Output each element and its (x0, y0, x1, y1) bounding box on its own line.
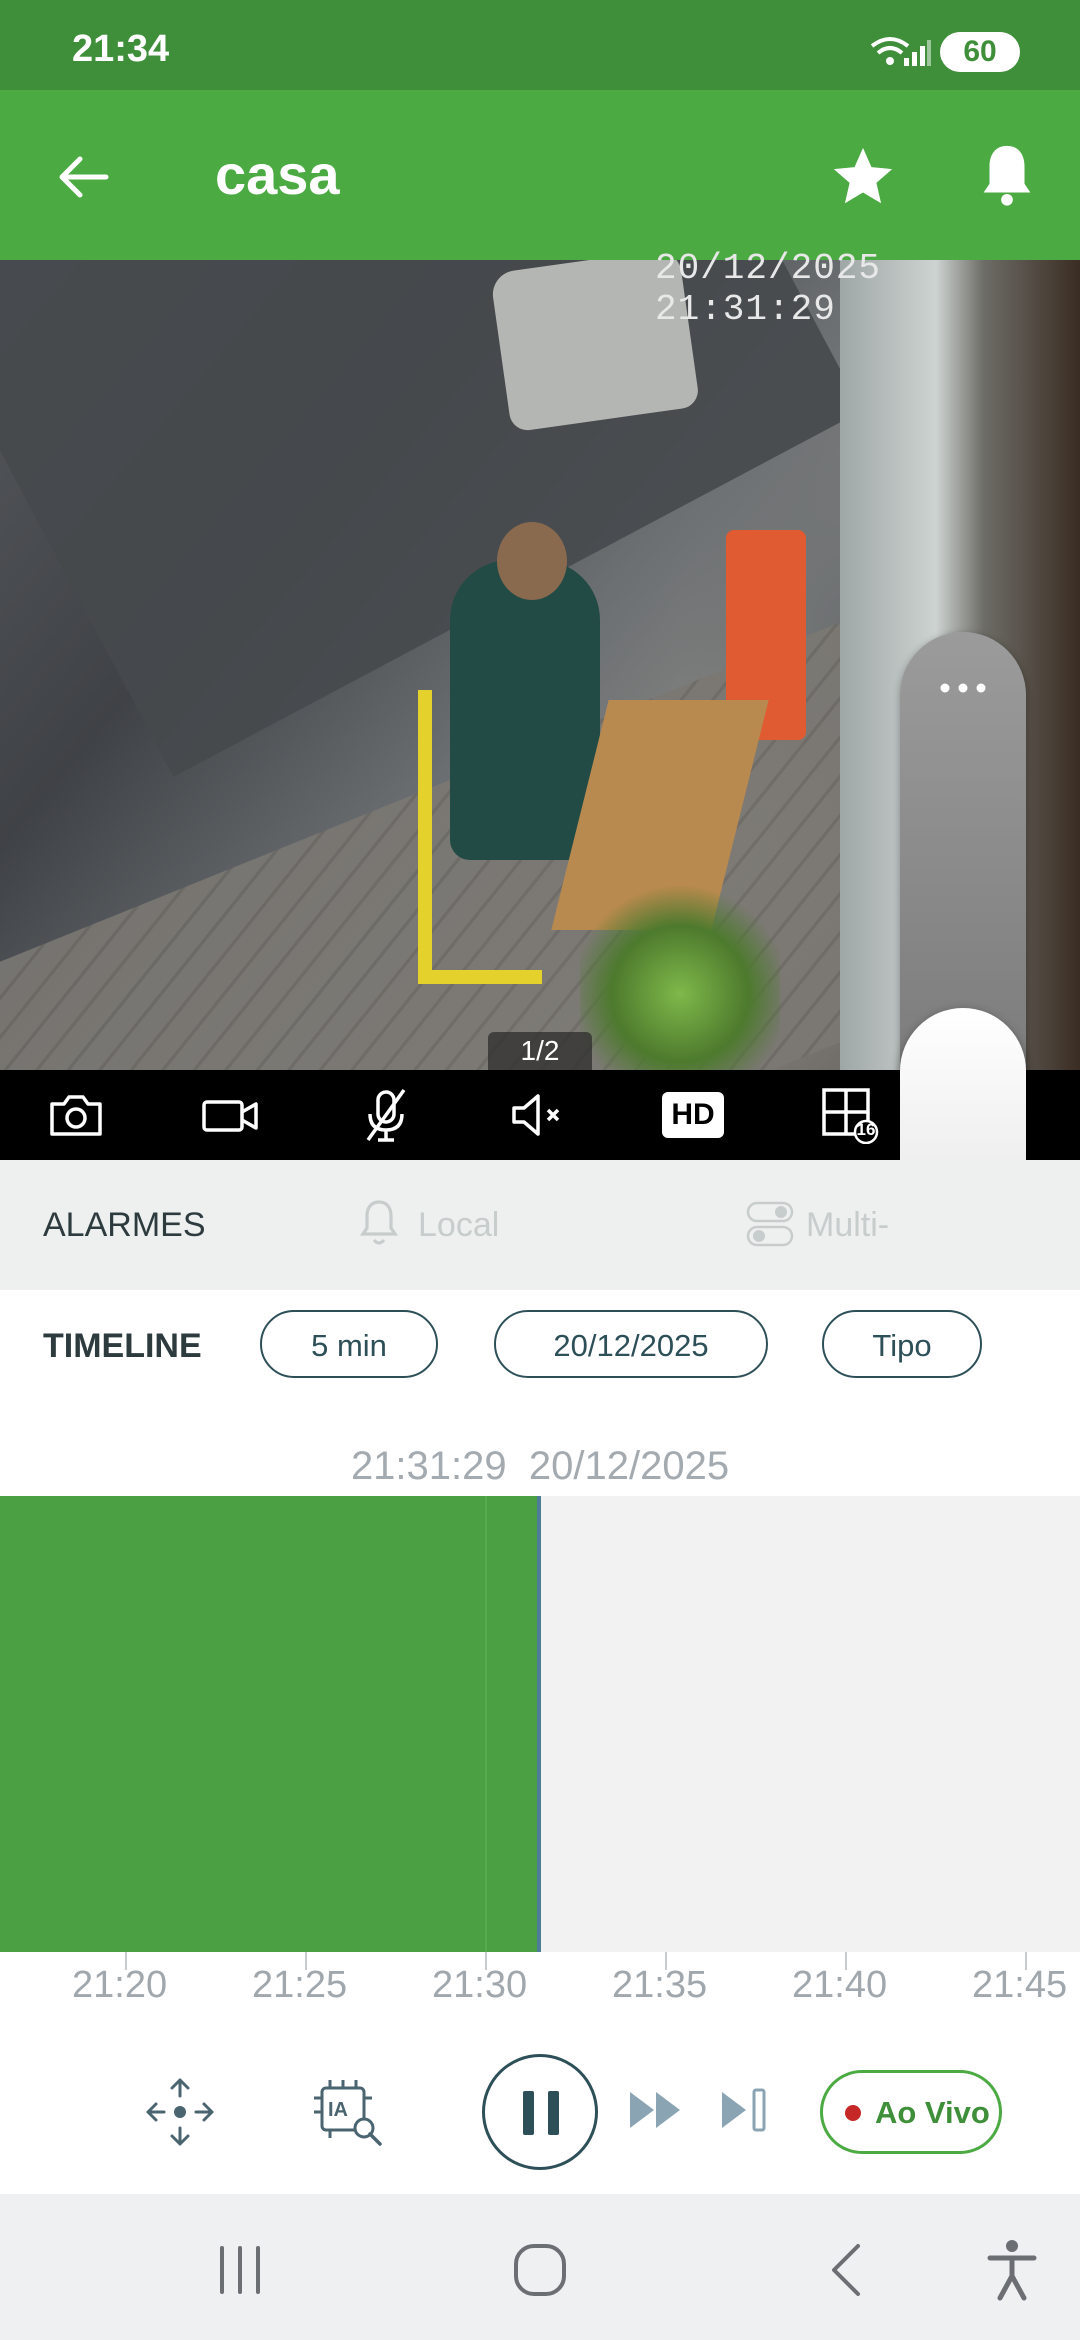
video-person-head (497, 522, 567, 600)
speaker-muted-icon[interactable] (508, 1086, 568, 1144)
notification-bell-icon[interactable] (972, 140, 1042, 210)
bell-outline-icon (360, 1200, 398, 1245)
current-playback-time: 21:31:29 20/12/2025 (350, 1444, 730, 1488)
svg-text:IA: IA (328, 2099, 348, 2121)
video-person (450, 560, 600, 860)
timeline-tick-label: 21:45 (972, 1964, 1068, 2006)
system-nav-bar (0, 2194, 1080, 2340)
timeline-tick-label: 21:40 (792, 1964, 888, 2006)
interval-filter-button[interactable]: 5 min (260, 1310, 438, 1378)
skip-to-end-icon[interactable] (718, 2086, 770, 2134)
pause-icon (523, 2091, 559, 2135)
accessibility-icon[interactable] (984, 2238, 1040, 2302)
more-dots-icon[interactable] (937, 676, 989, 700)
toggle-switches-icon (746, 1201, 794, 1247)
back-nav-icon[interactable] (820, 2242, 876, 2298)
microphone-off-icon[interactable] (356, 1086, 416, 1144)
back-arrow-icon[interactable] (52, 145, 116, 209)
local-alarm-toggle[interactable]: Local (418, 1206, 499, 1245)
pause-button[interactable] (482, 2054, 598, 2170)
multi-alarm-toggle[interactable]: Multi- (806, 1206, 889, 1245)
battery-indicator: 60 (940, 32, 1020, 72)
status-bar: 21:34 60 (0, 0, 1080, 90)
alarms-label: ALARMES (43, 1206, 206, 1244)
snapshot-camera-icon[interactable] (46, 1086, 106, 1144)
timeline-tick-label: 21:30 (432, 1964, 528, 2006)
recent-apps-icon[interactable] (212, 2242, 268, 2298)
camera-timestamp-overlay: 20/12/2025 21:31:29 (655, 248, 882, 330)
hd-quality-button[interactable]: HD (662, 1092, 724, 1138)
home-icon[interactable] (512, 2242, 568, 2298)
timeline-label: TIMELINE (43, 1327, 202, 1365)
page-title: casa (215, 143, 340, 206)
record-video-icon[interactable] (200, 1086, 260, 1144)
type-filter-button[interactable]: Tipo (822, 1310, 982, 1378)
recorded-segment-divider (485, 1496, 487, 1952)
live-label: Ao Vivo (875, 2095, 990, 2130)
page-indicator: 1/2 (488, 1032, 592, 1070)
timeline-tick-label: 21:20 (72, 1964, 168, 2006)
ptz-move-icon[interactable] (142, 2074, 218, 2150)
playback-cursor[interactable] (537, 1496, 541, 1952)
app-header: casa (0, 90, 1080, 260)
ai-search-icon[interactable]: IA (312, 2076, 384, 2148)
timeline-tick-label: 21:35 (612, 1964, 708, 2006)
signal-icon (904, 40, 931, 66)
status-time: 21:34 (72, 28, 170, 70)
video-plants (580, 880, 780, 1070)
date-filter-button[interactable]: 20/12/2025 (494, 1310, 768, 1378)
live-indicator-dot (845, 2105, 861, 2121)
live-button[interactable]: Ao Vivo (820, 2070, 1002, 2154)
recorded-segment[interactable] (0, 1496, 538, 1952)
timeline-tick-label: 21:25 (252, 1964, 348, 2006)
favorite-star-icon[interactable] (828, 142, 898, 212)
grid-count-badge: 16 (856, 1120, 876, 1139)
fast-forward-icon[interactable] (628, 2088, 684, 2132)
